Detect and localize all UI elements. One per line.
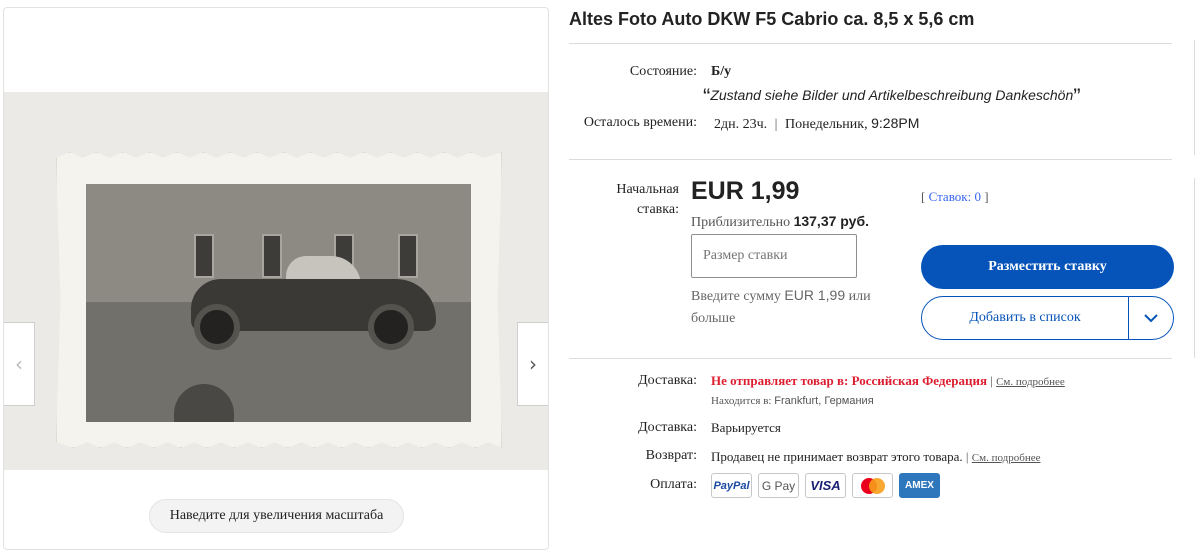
divider — [569, 358, 1172, 359]
time-left-day: Понедельник, — [784, 117, 868, 132]
side-panel-edge — [1194, 40, 1200, 155]
payment-label: Оплата: — [650, 477, 697, 492]
returns-separator: | — [965, 449, 969, 464]
shipping-details-link[interactable]: См. подробнее — [996, 376, 1065, 388]
bids-open-bracket: [ — [921, 189, 926, 204]
bids-close-bracket: ] — [984, 189, 989, 204]
payment-methods: PayPal G Pay VISA AMEX — [711, 473, 940, 498]
image-gallery: ‹ › Наведите для увеличения масштаба — [3, 7, 549, 550]
mastercard-icon — [852, 473, 893, 498]
condition-label: Состояние: — [629, 64, 697, 79]
bid-amount-input[interactable] — [691, 234, 857, 278]
chevron-down-icon — [1144, 314, 1158, 323]
starting-bid-label-line2: ставка: — [636, 202, 679, 217]
returns-text: Продавец не принимает возврат этого това… — [711, 449, 963, 464]
photo-print — [56, 152, 502, 448]
add-to-watchlist-button[interactable]: Добавить в список — [921, 296, 1174, 340]
delivery-value: Варьируется — [711, 420, 781, 435]
bid-count-link[interactable]: [ Ставок: 0 ] — [921, 189, 989, 205]
approx-value: 137,37 руб. — [793, 213, 869, 229]
watchlist-dropdown-button[interactable] — [1129, 297, 1173, 339]
shipping-separator: | — [990, 373, 993, 388]
place-bid-label: Разместить ставку — [988, 259, 1107, 274]
bid-help-prefix: Введите сумму — [691, 289, 781, 304]
listing-page: ‹ › Наведите для увеличения масштаба Alt… — [0, 0, 1200, 550]
returns-label: Возврат: — [645, 448, 697, 463]
approx-prefix: Приблизительно — [691, 215, 791, 230]
time-left-duration: 2дн. 23ч. — [714, 117, 768, 132]
gallery-prev-button[interactable]: ‹ — [4, 322, 35, 406]
divider — [569, 43, 1172, 44]
time-left-value: 2дн. 23ч. | Понедельник, 9:28PM — [714, 115, 919, 133]
google-pay-icon: G Pay — [758, 473, 799, 498]
chevron-right-icon: › — [529, 352, 537, 376]
chevron-left-icon: ‹ — [15, 352, 23, 376]
add-to-list-label[interactable]: Добавить в список — [922, 297, 1129, 339]
location-value: Frankfurt, Германия — [774, 395, 874, 407]
shipping-value: Не отправляет товар в: Российская Федера… — [711, 373, 1065, 389]
shipping-restriction: Не отправляет товар в: Российская Федера… — [711, 373, 987, 388]
starting-bid-label-line1: Начальная — [616, 182, 679, 197]
condition-note: “Zustand siehe Bilder und Artikelbeschre… — [703, 84, 1081, 110]
approx-price: Приблизительно 137,37 руб. — [691, 213, 869, 231]
bids-count: 0 — [974, 189, 981, 204]
divider — [569, 159, 1172, 160]
item-location: Находится в: Frankfurt, Германия — [711, 395, 874, 407]
building-window — [194, 234, 214, 278]
close-quote: ” — [1073, 84, 1081, 109]
listing-title: Altes Foto Auto DKW F5 Cabrio ca. 8,5 x … — [569, 9, 975, 29]
time-left-clock: 9:28PM — [871, 115, 920, 131]
returns-details-link[interactable]: См. подробнее — [972, 452, 1041, 464]
returns-value: Продавец не принимает возврат этого това… — [711, 449, 1040, 465]
condition-value: Б/у — [711, 64, 732, 79]
main-photo[interactable]: ‹ › — [4, 92, 548, 470]
time-left-label: Осталось времени: — [583, 115, 697, 130]
car-wheel — [194, 304, 240, 350]
building-window — [398, 234, 418, 278]
condition-note-text: Zustand siehe Bilder und Artikelbeschrei… — [710, 87, 1074, 103]
side-panel-edge — [1194, 178, 1200, 358]
bid-help-text: Введите сумму EUR 1,99 или больше — [691, 284, 901, 330]
amex-icon: AMEX — [899, 473, 940, 498]
car-photo-scene — [86, 184, 471, 422]
mastercard-circles-icon — [860, 477, 885, 494]
car-wheel — [368, 304, 414, 350]
bid-help-amount: EUR 1,99 — [784, 287, 846, 303]
location-label: Находится в: — [711, 395, 772, 407]
building-window — [262, 234, 282, 278]
starting-bid-label: Начальная ставка: — [616, 180, 679, 220]
delivery-label: Доставка: — [638, 420, 697, 435]
gallery-next-button[interactable]: › — [517, 322, 548, 406]
visa-icon: VISA — [805, 473, 846, 498]
paypal-icon: PayPal — [711, 473, 752, 498]
bids-label: Ставок: — [928, 189, 972, 204]
shipping-label: Доставка: — [638, 373, 697, 388]
current-price: EUR 1,99 — [691, 177, 800, 205]
place-bid-button[interactable]: Разместить ставку — [921, 245, 1174, 289]
zoom-hint: Наведите для увеличения масштаба — [149, 499, 404, 533]
time-left-separator: | — [774, 117, 778, 132]
